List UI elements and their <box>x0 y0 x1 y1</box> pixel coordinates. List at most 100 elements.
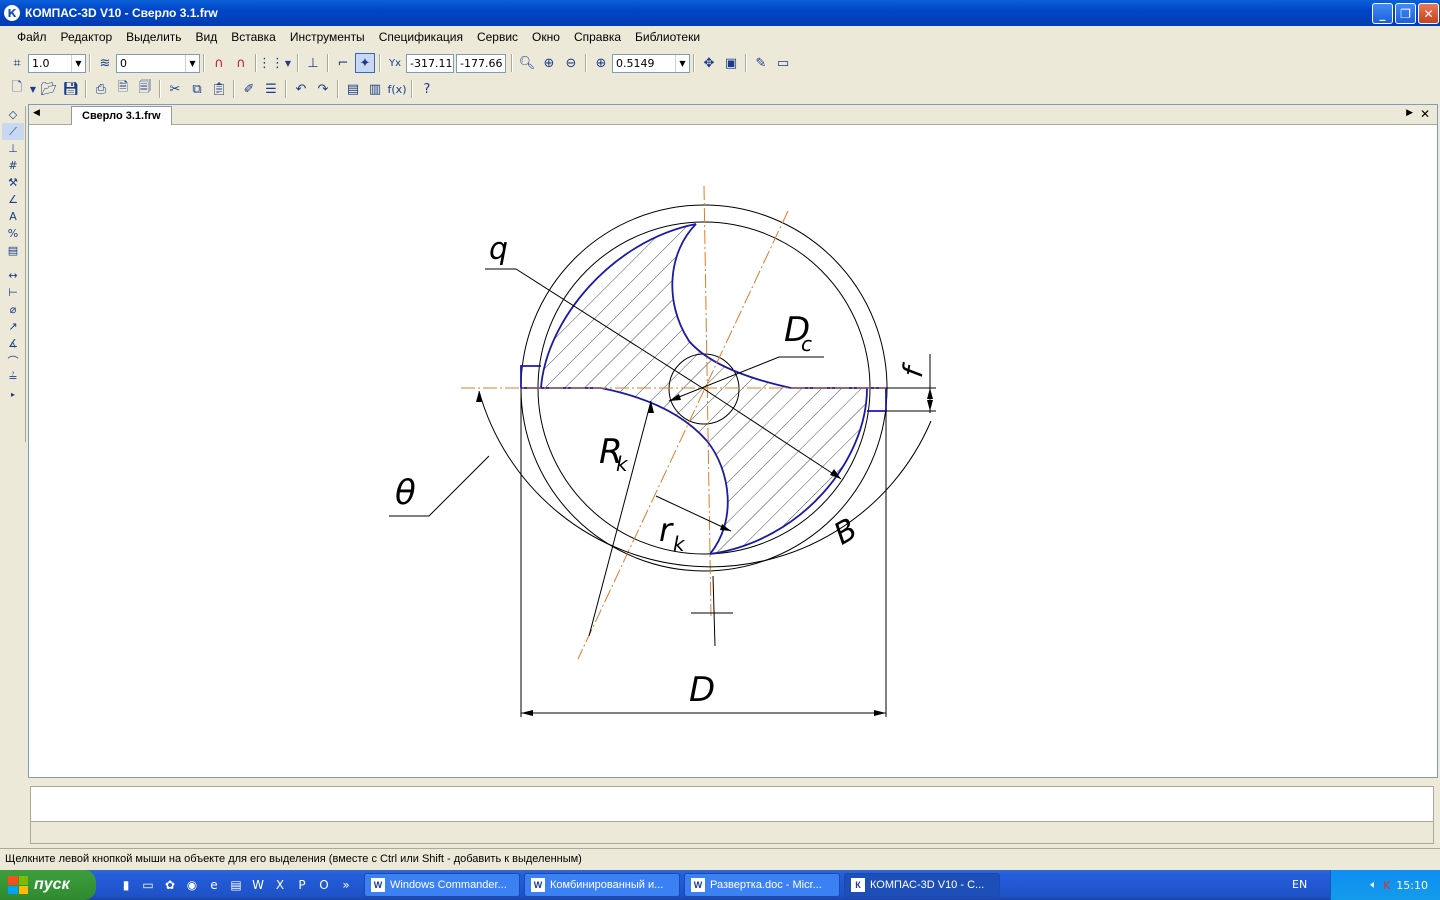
excel-icon[interactable]: X <box>270 875 290 895</box>
menu-help[interactable]: Справка <box>567 30 628 44</box>
quick-launch: ▮ ▭ ✿ ◉ e ▤ W X P O » <box>96 870 358 900</box>
print-preview-icon[interactable]: 🗎︎ <box>113 79 133 99</box>
diameter-icon[interactable]: ⌀ <box>2 301 24 318</box>
menu-window[interactable]: Окно <box>525 30 567 44</box>
close-button[interactable]: ✕ <box>1418 3 1439 24</box>
geometry-icon[interactable]: ◇ <box>2 106 24 123</box>
print-icon[interactable]: ⎙ <box>91 79 111 99</box>
menu-insert[interactable]: Вставка <box>224 30 283 44</box>
kompas-tray-icon[interactable]: K <box>1383 879 1390 892</box>
zoom-out-icon[interactable]: ⊖ <box>561 53 581 73</box>
coord-y-field[interactable]: -177.66 <box>456 53 506 73</box>
menu-tools[interactable]: Инструменты <box>283 30 372 44</box>
scroll-right-icon[interactable]: ▶ <box>1406 108 1413 118</box>
chevron-down-icon[interactable]: ▼ <box>29 79 37 99</box>
undo-icon[interactable]: ↶ <box>291 79 311 99</box>
zoom-window-icon[interactable]: 🔍︎ <box>517 53 537 73</box>
zoom-in-icon[interactable]: ⊕ <box>539 53 559 73</box>
layers-icon[interactable]: ≋ <box>95 53 115 73</box>
language-indicator[interactable]: EN <box>1292 878 1307 891</box>
zoom-combo[interactable]: 0.5149 ▼ <box>612 53 690 73</box>
chevron-down-icon[interactable]: ▼ <box>185 54 199 72</box>
edit-icon[interactable]: # <box>2 157 24 174</box>
menu-libraries[interactable]: Библиотеки <box>628 30 707 44</box>
show-desktop-icon[interactable]: ▭ <box>138 875 158 895</box>
task-windows-commander[interactable]: W Windows Commander... <box>364 873 520 897</box>
library-icon[interactable]: ▥ <box>365 79 385 99</box>
grid-icon[interactable]: ⋮⋮ <box>258 53 284 73</box>
powerpoint-icon[interactable]: P <box>292 875 312 895</box>
task-combined[interactable]: W Комбинированный и... <box>524 873 680 897</box>
start-button[interactable]: пуск <box>0 870 96 900</box>
tab-document[interactable]: Сверло 3.1.frw <box>71 106 172 125</box>
copy-icon[interactable]: ⧉ <box>187 79 207 99</box>
angle-dim-icon[interactable]: ∡ <box>2 335 24 352</box>
variables-icon[interactable]: f(x) <box>387 79 407 99</box>
paste-icon[interactable]: 📋︎ <box>209 79 229 99</box>
dim-icon[interactable]: ⊢ <box>2 284 24 301</box>
close-tab-icon[interactable]: ✕ <box>1420 107 1430 121</box>
coord-x-field[interactable]: -317.11 <box>406 53 454 73</box>
drawing-canvas[interactable]: q D c f R k θ r k B D <box>29 126 1437 777</box>
local-snap-icon[interactable]: ∩ <box>231 53 251 73</box>
refresh-icon[interactable]: ✎ <box>751 53 771 73</box>
zoom-scale-icon[interactable]: ⊕ <box>591 53 611 73</box>
task-kompas[interactable]: К КОМПАС-3D V10 - С... <box>844 873 1000 897</box>
local-cs-icon[interactable]: ⊥ <box>303 53 323 73</box>
commander-icon[interactable]: ▤ <box>226 875 246 895</box>
menu-edit[interactable]: Редактор <box>54 30 120 44</box>
scroll-left-icon[interactable]: ◀ <box>33 108 40 118</box>
associative-icon[interactable]: % <box>2 225 24 242</box>
parametrize-icon[interactable]: ⚒ <box>2 174 24 191</box>
ie-icon[interactable]: e <box>204 875 224 895</box>
quick-launch-icon-1[interactable]: ▮ <box>116 875 136 895</box>
redo-icon[interactable]: ↷ <box>313 79 333 99</box>
manager-icon[interactable]: ▤ <box>343 79 363 99</box>
zoom-all-icon[interactable]: ▣ <box>721 53 741 73</box>
pan-icon[interactable]: ✥ <box>699 53 719 73</box>
chevron-down-icon[interactable]: ▼ <box>283 53 293 73</box>
measure-icon[interactable]: ∠ <box>2 191 24 208</box>
menu-specification[interactable]: Спецификация <box>372 30 470 44</box>
properties-icon[interactable]: ☰ <box>261 79 281 99</box>
quick-launch-icon-3[interactable]: ✿ <box>160 875 180 895</box>
chevron-down-icon[interactable]: ▼ <box>71 54 85 72</box>
new-document-icon[interactable]: 🗋︎ <box>7 79 27 99</box>
step-combo[interactable]: 1.0 ▼ <box>28 53 86 73</box>
linear-dim-icon[interactable]: ↔ <box>2 267 24 284</box>
menu-file[interactable]: Файл <box>10 30 54 44</box>
chevron-down-icon[interactable]: ▼ <box>675 54 689 72</box>
dimensions-icon[interactable]: ⟋ <box>2 123 24 140</box>
spec-icon[interactable]: ▤ <box>2 242 24 259</box>
word-icon[interactable]: W <box>248 875 268 895</box>
help-icon[interactable]: ? <box>417 79 437 99</box>
firefox-icon[interactable]: ◉ <box>182 875 202 895</box>
radius-icon[interactable]: ↗ <box>2 318 24 335</box>
designations-icon[interactable]: ⊥ <box>2 140 24 157</box>
cut-icon[interactable]: ✂ <box>165 79 185 99</box>
select-icon[interactable]: A <box>2 208 24 225</box>
more-icon[interactable]: ▸ <box>2 386 24 403</box>
volume-icon[interactable]: 🔈︎ <box>1370 878 1377 892</box>
display-icon[interactable]: ▭ <box>773 53 793 73</box>
layer-combo[interactable]: 0 ▼ <box>116 53 200 73</box>
menu-view[interactable]: Вид <box>189 30 225 44</box>
save-icon[interactable]: 💾︎ <box>61 79 81 99</box>
snap-magnet-icon[interactable]: ∩ <box>209 53 229 73</box>
more-quicklaunch-icon[interactable]: » <box>336 875 356 895</box>
step-icon[interactable]: ⌗ <box>7 53 27 73</box>
arrow-d-left <box>521 710 533 716</box>
menu-select[interactable]: Выделить <box>119 30 188 44</box>
task-razvertka[interactable]: W Развертка.doc - Micr... <box>684 873 840 897</box>
parametric-icon[interactable]: ✦ <box>355 53 375 73</box>
ortho-icon[interactable]: ⌐ <box>333 53 353 73</box>
arc-dim-icon[interactable]: ⌒ <box>2 352 24 369</box>
maximize-button[interactable]: ❐ <box>1395 3 1416 24</box>
opera-icon[interactable]: O <box>314 875 334 895</box>
menu-service[interactable]: Сервис <box>470 30 525 44</box>
copy-properties-icon[interactable]: ✐ <box>239 79 259 99</box>
open-folder-icon[interactable]: 📂︎ <box>39 79 59 99</box>
preview-icon[interactable]: 🗐︎ <box>135 79 155 99</box>
height-dim-icon[interactable]: ≟ <box>2 369 24 386</box>
minimize-button[interactable]: _ <box>1372 3 1393 24</box>
